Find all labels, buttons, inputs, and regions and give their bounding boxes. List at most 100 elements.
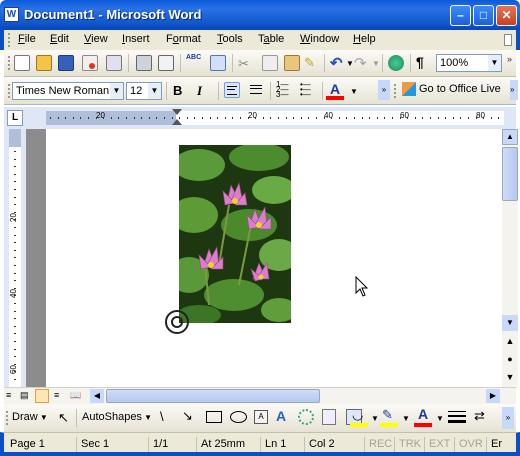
redo-dropdown-icon[interactable]: ▼: [372, 59, 380, 68]
previous-page-icon[interactable]: ▲: [502, 333, 518, 349]
toolbar-grip-handle[interactable]: [6, 411, 9, 425]
print-icon[interactable]: [136, 55, 152, 71]
oval-tool-icon[interactable]: [230, 411, 247, 423]
horizontal-ruler[interactable]: L 20 20 40 60 80: [4, 107, 516, 129]
select-browse-object-icon[interactable]: ●: [502, 351, 518, 367]
drawing-font-color-button[interactable]: A: [418, 406, 428, 422]
status-record-macro[interactable]: REC: [364, 437, 396, 452]
tab-selector[interactable]: L: [7, 110, 23, 126]
status-extend-selection[interactable]: EXT: [424, 437, 454, 452]
normal-view-icon[interactable]: ≡: [6, 390, 18, 402]
status-track-changes[interactable]: TRK: [394, 437, 425, 452]
redo-icon[interactable]: ↷: [354, 54, 370, 72]
web-layout-view-icon[interactable]: ▤: [20, 390, 32, 402]
autoshapes-menu-button[interactable]: AutoShapes ▼: [82, 411, 152, 423]
reading-layout-view-icon[interactable]: 📖: [70, 390, 82, 402]
font-size-select[interactable]: 12 ▼: [126, 82, 162, 100]
toolbar-grip-handle[interactable]: [8, 84, 11, 98]
fill-color-icon[interactable]: ◡: [352, 407, 363, 423]
drawing-font-color-dropdown-icon[interactable]: ▼: [436, 414, 444, 423]
show-hide-formatting-icon[interactable]: ¶: [416, 54, 424, 70]
print-layout-view-icon[interactable]: [35, 389, 49, 403]
line-color-dropdown-icon[interactable]: ▼: [402, 414, 410, 423]
email-icon[interactable]: [106, 55, 122, 71]
menu-edit[interactable]: Edit: [50, 33, 69, 45]
first-line-indent-marker[interactable]: [172, 109, 182, 115]
vertical-scroll-thumb[interactable]: [502, 147, 518, 201]
toolbar-options-icon[interactable]: »: [510, 80, 518, 100]
save-icon[interactable]: [58, 55, 74, 71]
select-objects-icon[interactable]: ↖: [58, 410, 69, 426]
spelling-grammar-icon[interactable]: ABC: [186, 54, 202, 70]
toolbar-options-icon[interactable]: »: [502, 407, 514, 429]
bullets-icon[interactable]: •— •— •—: [300, 81, 316, 99]
line-tool-icon[interactable]: \: [160, 409, 164, 424]
minimize-button[interactable]: –: [450, 5, 471, 26]
research-icon[interactable]: [210, 55, 226, 71]
open-folder-icon[interactable]: [36, 55, 52, 71]
hanging-indent-marker[interactable]: [172, 119, 182, 125]
menu-table[interactable]: Table: [258, 33, 284, 45]
wordart-icon[interactable]: A: [276, 408, 286, 424]
menu-help[interactable]: Help: [353, 33, 376, 45]
menu-format[interactable]: Format: [166, 33, 201, 45]
rectangle-tool-icon[interactable]: [206, 411, 222, 423]
arrow-tool-icon[interactable]: ↘: [182, 408, 193, 424]
close-button[interactable]: ✕: [496, 5, 517, 26]
menu-insert[interactable]: Insert: [122, 33, 150, 45]
menu-grip-handle[interactable]: [8, 33, 11, 47]
horizontal-scroll-thumb[interactable]: [106, 389, 320, 403]
numbering-icon[interactable]: 1— 2— 3—: [276, 81, 292, 99]
font-name-select[interactable]: Times New Roman ▼: [12, 82, 124, 100]
permission-icon[interactable]: [82, 55, 98, 71]
font-color-button[interactable]: A: [330, 81, 340, 97]
size-dropdown-icon[interactable]: ▼: [148, 83, 161, 99]
vertical-scrollbar[interactable]: ▲ ▼ ▲ ● ▼: [502, 129, 518, 387]
align-left-icon[interactable]: [224, 82, 240, 98]
toolbar-options-icon[interactable]: »: [507, 54, 512, 64]
vertical-ruler[interactable]: 20 40 60: [4, 129, 26, 387]
copy-icon[interactable]: [262, 55, 278, 71]
word-app-icon[interactable]: W: [4, 7, 19, 22]
water-lily-picture[interactable]: [179, 145, 291, 323]
format-painter-icon[interactable]: ✎: [304, 55, 320, 71]
maximize-button[interactable]: □: [473, 5, 494, 26]
paste-icon[interactable]: [284, 55, 300, 71]
menu-view[interactable]: View: [84, 33, 108, 45]
outline-view-icon[interactable]: ≡: [54, 390, 66, 402]
scroll-down-arrow-icon[interactable]: ▼: [502, 315, 518, 331]
toolbar-grip-handle[interactable]: [394, 84, 397, 98]
cut-icon[interactable]: ✂: [238, 56, 254, 72]
status-overtype[interactable]: OVR: [454, 437, 487, 452]
insert-hyperlink-icon[interactable]: [388, 55, 404, 71]
toolbar-options-icon[interactable]: »: [378, 80, 390, 100]
font-dropdown-icon[interactable]: ▼: [110, 83, 123, 99]
zoom-dropdown-icon[interactable]: ▼: [488, 55, 501, 71]
text-box-icon[interactable]: A: [254, 410, 268, 424]
office-live-button[interactable]: Go to Office Live: [402, 82, 508, 100]
scroll-up-arrow-icon[interactable]: ▲: [502, 129, 518, 145]
diagram-icon[interactable]: [298, 409, 314, 425]
justify-icon[interactable]: [248, 82, 264, 98]
fill-color-dropdown-icon[interactable]: ▼: [371, 414, 379, 423]
print-preview-icon[interactable]: [158, 55, 174, 71]
zoom-select[interactable]: 100% ▼: [436, 54, 502, 72]
menu-window[interactable]: Window: [300, 33, 339, 45]
clip-art-icon[interactable]: [322, 409, 336, 425]
new-document-icon[interactable]: [14, 55, 30, 71]
undo-icon[interactable]: ↶: [330, 54, 346, 72]
line-color-icon[interactable]: ✎: [382, 407, 393, 423]
italic-button[interactable]: I: [197, 83, 202, 99]
menu-file[interactable]: File: [18, 33, 36, 45]
menu-tools[interactable]: Tools: [217, 33, 243, 45]
bold-button[interactable]: B: [173, 83, 182, 98]
arrow-style-icon[interactable]: ⇄: [474, 408, 485, 424]
toolbar-grip-handle[interactable]: [8, 56, 11, 70]
scroll-left-arrow-icon[interactable]: ◀: [90, 389, 104, 403]
close-document-icon[interactable]: [504, 34, 512, 46]
draw-menu-button[interactable]: Draw ▼: [12, 411, 48, 423]
next-page-icon[interactable]: ▼: [502, 369, 518, 385]
line-style-icon[interactable]: [448, 411, 466, 423]
undo-dropdown-icon[interactable]: ▼: [346, 59, 354, 68]
font-color-dropdown-icon[interactable]: ▼: [350, 87, 358, 96]
